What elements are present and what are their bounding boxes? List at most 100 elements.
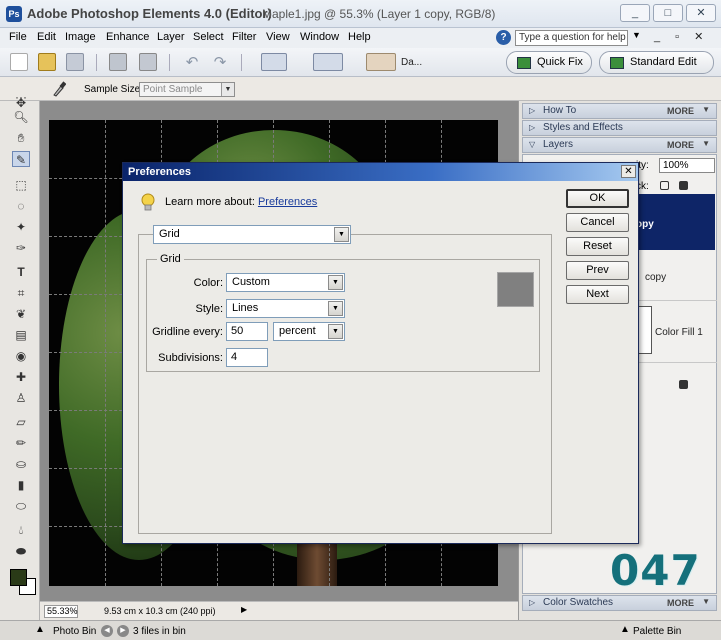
brush-tool-icon[interactable]: ✏ [12, 435, 30, 451]
cancel-button[interactable]: Cancel [566, 213, 629, 232]
organizer-icon[interactable] [261, 53, 287, 71]
help-icon[interactable]: ? [496, 30, 511, 45]
paint-bucket-tool-icon[interactable]: ⛀ [12, 456, 30, 472]
healing-brush-tool-icon[interactable]: ✚ [12, 369, 30, 385]
lasso-tool-icon[interactable]: ◌ [12, 198, 30, 214]
date-view-icon[interactable] [366, 53, 396, 71]
save-icon[interactable] [66, 53, 84, 71]
blur-tool-icon[interactable]: 💧︎ [12, 522, 30, 538]
document-size: 9.53 cm x 10.3 cm (240 ppi) [104, 606, 216, 616]
expand-arrow-icon: ▷ [529, 106, 536, 115]
gridline-every-input[interactable]: 50 [226, 322, 268, 341]
menu-select[interactable]: Select [193, 31, 224, 43]
reset-button[interactable]: Reset [566, 237, 629, 256]
tree-trunk [297, 538, 337, 586]
help-search-input[interactable]: Type a question for help [515, 30, 628, 46]
eraser-tool-icon[interactable]: ▱ [12, 414, 30, 430]
marquee-tool-icon[interactable]: ⬚ [12, 177, 30, 193]
palette-styles-effects[interactable]: ▷ Styles and Effects [522, 120, 717, 136]
menu-edit[interactable]: Edit [37, 31, 56, 43]
lock-all-icon[interactable] [679, 181, 688, 190]
title-bar: Ps Adobe Photoshop Elements 4.0 (Editor)… [0, 0, 721, 28]
menu-layer[interactable]: Layer [157, 31, 185, 43]
palette-how-to[interactable]: ▷ How To MORE ▼ [522, 103, 717, 119]
zoom-tool-icon[interactable]: 🔍︎ [12, 109, 30, 125]
preferences-category-select[interactable]: Grid ▼ [153, 225, 351, 244]
grid-color-swatch[interactable] [497, 272, 534, 307]
more-button[interactable]: MORE [667, 140, 694, 150]
menu-filter[interactable]: Filter [232, 31, 256, 43]
red-eye-tool-icon[interactable]: ◉ [12, 348, 30, 364]
sample-size-value: Point Sample [143, 84, 203, 95]
zoom-field[interactable]: 55.33% [44, 605, 78, 618]
grid-color-select[interactable]: Custom ▼ [226, 273, 345, 292]
selection-brush-tool-icon[interactable]: ✑ [12, 240, 30, 256]
menu-image[interactable]: Image [65, 31, 96, 43]
gridline-every-label: Gridline every: [152, 326, 223, 338]
maximize-button[interactable]: □ [653, 4, 683, 22]
menu-view[interactable]: View [266, 31, 290, 43]
minimize-button[interactable]: _ [620, 4, 650, 22]
undo-icon[interactable]: ↶ [183, 53, 201, 71]
layer-row-selected[interactable]: opy [636, 194, 715, 250]
watermark-number: 047 [610, 546, 701, 595]
document-window-controls[interactable]: _ ▫ ✕ [654, 30, 709, 43]
sample-size-select[interactable]: Point Sample ▼ [139, 82, 235, 97]
quick-fix-button[interactable]: Quick Fix [506, 51, 592, 74]
photo-browser-icon[interactable] [313, 53, 343, 71]
next-button[interactable]: Next [566, 285, 629, 304]
magic-wand-tool-icon[interactable]: ✦ [12, 219, 30, 235]
open-folder-icon[interactable] [38, 53, 56, 71]
print-icon[interactable] [109, 53, 127, 71]
shape-tool-icon[interactable]: ⬭ [12, 498, 30, 514]
cookie-cutter-tool-icon[interactable]: ❦ [12, 306, 30, 322]
menu-window[interactable]: Window [300, 31, 339, 43]
standard-edit-label: Standard Edit [630, 56, 697, 68]
photo-bin-label[interactable]: Photo Bin [53, 626, 96, 637]
ok-button[interactable]: OK [566, 189, 629, 208]
previous-icon[interactable]: ◀ [101, 625, 113, 637]
redo-icon[interactable]: ↷ [211, 53, 229, 71]
bin-toggle-icon[interactable]: ▲ [35, 624, 45, 635]
straighten-tool-icon[interactable]: ▤ [12, 327, 30, 343]
dialog-close-button[interactable]: ✕ [621, 165, 636, 178]
status-menu-arrow-icon[interactable]: ▶ [241, 605, 247, 614]
palette-bin-toggle-icon[interactable]: ▲ [620, 624, 630, 635]
grid-style-select[interactable]: Lines ▼ [226, 299, 345, 318]
standard-edit-button[interactable]: Standard Edit [599, 51, 714, 74]
date-view-label[interactable]: Da... [401, 57, 422, 68]
type-tool-icon[interactable]: T [12, 264, 30, 280]
palette-bin-label[interactable]: Palette Bin [633, 626, 681, 637]
learn-more-link[interactable]: Preferences [258, 196, 317, 208]
lock-transparent-icon[interactable] [660, 181, 669, 190]
sponge-tool-icon[interactable]: ⬬ [12, 543, 30, 559]
foreground-color-swatch[interactable] [10, 569, 27, 586]
palette-color-swatches[interactable]: ▷ Color Swatches MORE ▼ [522, 595, 717, 611]
chevron-down-icon[interactable]: ▼ [632, 30, 641, 40]
palette-layers[interactable]: ▽ Layers MORE ▼ [522, 137, 717, 153]
menu-help[interactable]: Help [348, 31, 371, 43]
subdivisions-input[interactable]: 4 [226, 348, 268, 367]
crop-tool-icon[interactable]: ⌗ [12, 285, 30, 301]
status-bar: 55.33% 9.53 cm x 10.3 cm (240 ppi) ▶ [40, 601, 518, 620]
hand-tool-icon[interactable]: ✋︎ [12, 130, 30, 146]
menu-enhance[interactable]: Enhance [106, 31, 149, 43]
layer-lock-icon[interactable] [679, 380, 688, 389]
opacity-input[interactable]: 100% [659, 158, 715, 173]
eyedropper-tool-icon[interactable]: ✎ [12, 151, 30, 167]
close-window-button[interactable]: ✕ [686, 4, 716, 22]
clone-stamp-tool-icon[interactable]: ♙ [12, 390, 30, 406]
new-file-icon[interactable] [10, 53, 28, 71]
more-button[interactable]: MORE [667, 598, 694, 608]
prev-button[interactable]: Prev [566, 261, 629, 280]
gradient-tool-icon[interactable]: ▮ [12, 477, 30, 493]
menu-file[interactable]: File [9, 31, 27, 43]
toolbar-divider [169, 54, 170, 71]
online-services-icon[interactable] [139, 53, 157, 71]
next-icon[interactable]: ▶ [117, 625, 129, 637]
gridline-unit-select[interactable]: percent ▼ [273, 322, 345, 341]
more-button[interactable]: MORE [667, 106, 694, 116]
subdivisions-label: Subdivisions: [158, 352, 223, 364]
shortcuts-toolbar: ↶ ↷ Da... Quick Fix Standard Edit [0, 48, 721, 77]
palette-styles-label: Styles and Effects [543, 122, 623, 133]
